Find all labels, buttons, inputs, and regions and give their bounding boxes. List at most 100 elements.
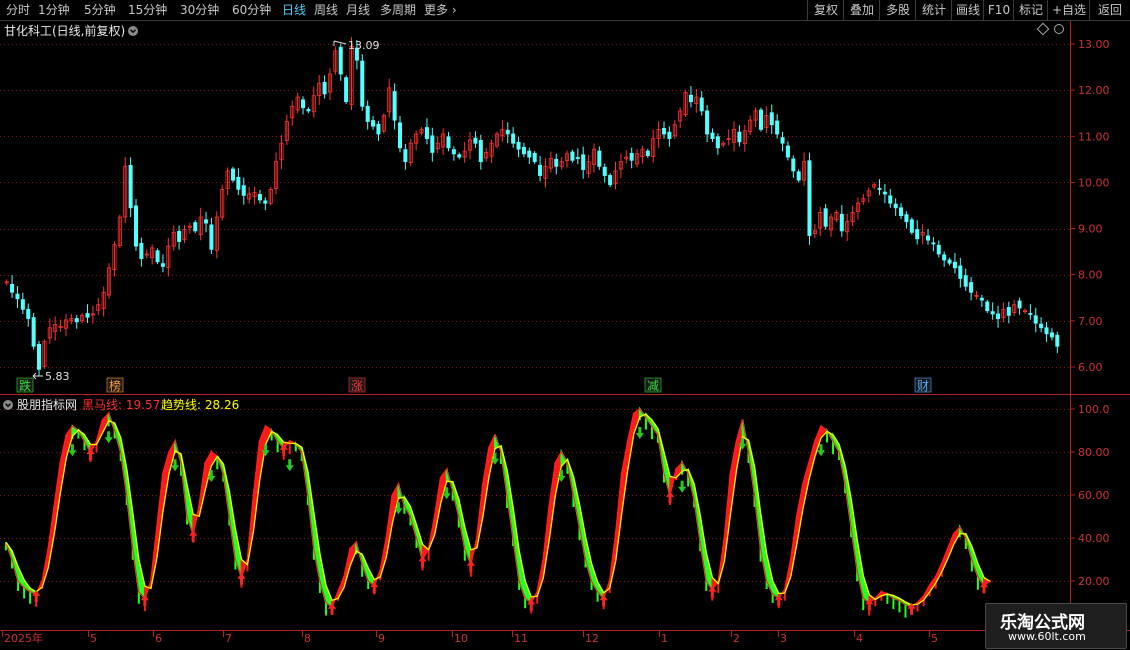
- candle-body: [365, 105, 370, 122]
- candle-body: [899, 207, 904, 217]
- candle-body: [360, 60, 365, 107]
- candle-body: [769, 112, 774, 126]
- candle-body: [133, 205, 139, 247]
- date-tick-label: 6: [155, 632, 162, 645]
- date-tick-label: 5: [931, 632, 938, 645]
- price-tick-label: 9.00: [1078, 223, 1103, 236]
- candle-body: [37, 343, 42, 370]
- candle-body: [575, 157, 580, 159]
- candle-body: [963, 275, 968, 287]
- price-tick-label: 10.00: [1078, 176, 1110, 189]
- candle-body: [430, 135, 435, 153]
- candle-body: [581, 154, 586, 170]
- candle-body: [155, 250, 160, 263]
- candle-body: [667, 131, 672, 139]
- series-d-name: 趋势线: [161, 398, 198, 412]
- marker-jian[interactable]: 减: [644, 377, 662, 393]
- candle-body: [322, 81, 327, 95]
- marker-cai[interactable]: 财: [914, 377, 932, 393]
- down-arrow-icon: [285, 459, 294, 472]
- candle-body: [371, 120, 376, 127]
- candle-body: [904, 214, 909, 223]
- candle-body: [263, 200, 268, 204]
- candle-body: [478, 140, 483, 163]
- candle-body: [931, 242, 936, 245]
- price-tick-label: 8.00: [1078, 269, 1103, 282]
- candle-body: [209, 224, 214, 250]
- marker-die-text: 跌: [19, 378, 31, 393]
- candle-body: [710, 132, 715, 139]
- candle-body: [451, 149, 456, 155]
- candle-body: [1033, 315, 1038, 324]
- candle-body: [1049, 332, 1054, 338]
- candle-body: [473, 137, 478, 144]
- chevron-down-icon: [3, 399, 13, 410]
- indicator-name: 股朋指标网: [17, 398, 78, 412]
- indicator-tick-label: 80.00: [1078, 446, 1110, 459]
- candle-body: [661, 128, 667, 135]
- candle-body: [10, 284, 15, 293]
- candle-body: [26, 308, 31, 319]
- candle-body: [15, 293, 20, 300]
- up-arrow-icon: [418, 555, 427, 568]
- candlestick-series: [4, 37, 1060, 377]
- candle-body: [715, 136, 720, 149]
- candle-body: [403, 149, 408, 163]
- date-tick-label: 10: [454, 632, 468, 645]
- watermark-logo: 乐淘公式网 www.60lt.com: [985, 603, 1127, 649]
- candle-body: [204, 219, 209, 224]
- series-d-legend: 趋势线: 28.26: [161, 398, 240, 412]
- watermark-url: www.60lt.com: [1008, 630, 1086, 643]
- date-tick-label: 12: [585, 632, 599, 645]
- down-arrow-icon: [104, 431, 113, 444]
- indicator-area: [5, 406, 991, 618]
- candle-body: [424, 127, 429, 139]
- candle-body: [301, 99, 306, 109]
- price-tick-label: 12.00: [1078, 84, 1110, 97]
- marker-bang[interactable]: 榜: [106, 377, 124, 393]
- candle-body: [936, 244, 941, 255]
- candle-body: [758, 109, 763, 130]
- candle-body: [877, 188, 882, 190]
- candle-body: [1055, 334, 1060, 347]
- candle-body: [344, 77, 349, 103]
- indicator-lines: [5, 408, 991, 608]
- up-arrow-icon: [466, 559, 475, 572]
- candle-body: [74, 318, 79, 323]
- down-arrow-icon: [635, 427, 644, 439]
- down-arrow-icon: [678, 480, 687, 493]
- candle-body: [942, 254, 947, 261]
- indicator-tick-label: 60.00: [1078, 489, 1110, 502]
- candle-body: [915, 229, 920, 240]
- price-tick-label: 6.00: [1078, 361, 1103, 374]
- date-tick-label: 2: [733, 632, 740, 645]
- indicator-header: 股朋指标网 黑马线: 19.57 趋势线: 28.26: [0, 395, 900, 412]
- candle-body: [397, 122, 403, 149]
- candle-body: [958, 265, 963, 279]
- price-tick-label: 7.00: [1078, 315, 1103, 328]
- candle-body: [511, 133, 516, 144]
- low-annotation: 5.83: [32, 370, 70, 383]
- candle-body: [31, 317, 36, 347]
- candle-body: [699, 97, 704, 112]
- candle-body: [241, 185, 246, 196]
- indicator-collapse-button[interactable]: [3, 397, 13, 411]
- up-arrow-icon: [189, 529, 198, 542]
- date-tick-label: 9: [378, 632, 385, 645]
- candle-body: [737, 131, 742, 143]
- price-axis-ticks: 13.00 12.00 11.00 10.00 9.00 8.00 7.00 6.00: [1070, 38, 1110, 374]
- series-d-value: 28.26: [204, 398, 240, 412]
- candle-body: [996, 313, 1001, 319]
- title-dropdown-button[interactable]: [128, 23, 138, 37]
- candle-body: [570, 151, 575, 161]
- marker-die[interactable]: 跌: [16, 377, 34, 393]
- candle-body: [602, 166, 607, 176]
- candle-body: [785, 145, 790, 158]
- candle-body: [952, 261, 957, 269]
- marker-zhang[interactable]: 涨: [348, 377, 366, 393]
- candle-body: [446, 136, 451, 149]
- date-tick-label: 5: [90, 632, 97, 645]
- indicator-axis-ticks: 100.0 80.00 60.00 40.00 20.00: [1070, 403, 1110, 588]
- candle-body: [20, 299, 25, 310]
- series-k-legend: 黑马线: 19.57: [82, 398, 161, 412]
